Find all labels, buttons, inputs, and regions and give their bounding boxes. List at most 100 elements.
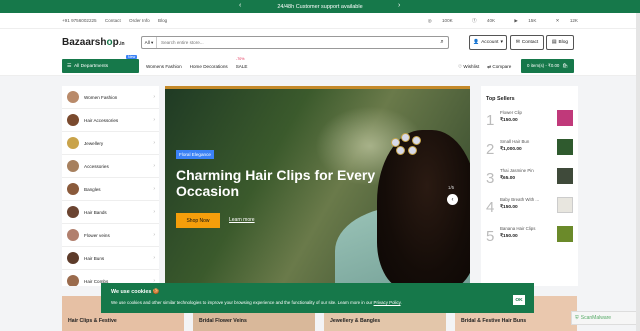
hair-flower-icon <box>412 136 421 145</box>
site-logo[interactable]: Bazaarshop.in <box>62 37 125 48</box>
youtube-link[interactable]: ▶ 15K <box>505 18 536 23</box>
category-thumbnail <box>67 229 79 241</box>
chevron-right-icon: › <box>153 117 155 123</box>
product-thumbnail[interactable] <box>557 226 573 242</box>
sidebar-item-hair-accessories[interactable]: Hair Accessories › <box>62 109 159 132</box>
seller-price: ₹150.00 <box>500 205 518 210</box>
account-button[interactable]: 👤 Account ▾ <box>469 35 507 50</box>
product-thumbnail[interactable] <box>557 139 573 155</box>
category-thumbnail <box>67 114 79 126</box>
nav-link-home-decorations[interactable]: Home Decorations <box>190 64 228 69</box>
hair-flower-icon <box>408 146 417 155</box>
heart-icon: ♡ <box>458 64 463 69</box>
sidebar-item-label: Jewellery <box>84 140 104 146</box>
category-thumbnail <box>67 183 79 195</box>
search-input[interactable] <box>157 40 436 45</box>
site-header: Bazaarshop.in All ▾ ⌕ 👤Account▾ ✉Contact… <box>0 29 640 57</box>
seller-rank: 3 <box>486 170 495 187</box>
slide-counter: 1/5 <box>448 185 455 190</box>
all-departments-button[interactable]: ☰ All Departments <box>62 59 139 73</box>
twitter-icon: ✕ <box>555 17 560 23</box>
cookie-banner: We use cookies 🍪 We use cookies and othe… <box>101 283 534 313</box>
sidebar-item-bangles[interactable]: Bangles › <box>62 178 159 201</box>
hero-title: Charming Hair Clips for Every Occasion <box>176 167 376 199</box>
top-link-contact[interactable]: Contact <box>105 18 121 23</box>
learn-more-link[interactable]: Learn more <box>229 217 255 223</box>
search-icon[interactable]: ⌕ <box>436 39 448 46</box>
top-seller-item[interactable]: 2 Small Hair Bun ₹1,000.00 <box>486 139 573 168</box>
chevron-down-icon: ▾ <box>151 39 154 45</box>
sidebar-item-women-fashion[interactable]: Women Fashion › <box>62 86 159 109</box>
top-link-blog[interactable]: Blog <box>158 18 167 23</box>
sidebar-item-jewellery[interactable]: Jewellery › <box>62 132 159 155</box>
seller-price: ₹150.00 <box>500 118 518 123</box>
top-seller-item[interactable]: 4 Baby Breath With ... ₹150.00 <box>486 197 573 226</box>
sidebar-item-label: Hair Accessories <box>84 117 119 123</box>
menu-icon: ☰ <box>67 63 72 69</box>
wishlist-link[interactable]: ♡ Wishlist <box>458 64 479 70</box>
cart-button[interactable]: 0 item(s) - ₹0.00 🛍 <box>521 59 574 73</box>
seller-name[interactable]: Flower Clip <box>500 110 522 115</box>
seller-rank: 1 <box>486 112 495 129</box>
nav-link-womens-fashion[interactable]: Womens Fashion <box>146 64 182 69</box>
seller-info: Flower Clip ₹150.00 <box>500 110 522 123</box>
announcement-prev-icon[interactable]: ‹ <box>239 2 241 9</box>
product-thumbnail[interactable] <box>557 197 573 213</box>
announcement-next-icon[interactable]: › <box>398 2 400 9</box>
phone-number[interactable]: +91 9756002225 <box>62 18 97 23</box>
seller-name[interactable]: Baby Breath With ... <box>500 197 539 202</box>
seller-info: Baby Breath With ... ₹150.00 <box>500 197 539 210</box>
top-link-order-info[interactable]: Order Info <box>129 18 150 23</box>
seller-price: ₹150.00 <box>500 234 518 239</box>
top-seller-item[interactable]: 1 Flower Clip ₹150.00 <box>486 110 573 139</box>
hero-banner: Floral Elegance Charming Hair Clips for … <box>165 86 470 286</box>
logo-tld: .in <box>118 41 125 47</box>
instagram-icon: ◎ <box>427 17 432 23</box>
announcement-text: 24/48h Customer support available <box>277 3 363 10</box>
search-category-select[interactable]: All ▾ <box>142 37 157 48</box>
shopping-bag-icon: 🛍 <box>562 63 568 68</box>
instagram-count: 100K <box>442 17 453 23</box>
top-seller-item[interactable]: 3 Thai Jasmine Pin ₹65.00 <box>486 168 573 197</box>
cookie-text: We use cookies and other similar technol… <box>111 300 373 305</box>
contact-button[interactable]: ✉ Contact <box>510 35 544 50</box>
shop-now-button[interactable]: Shop Now <box>176 213 220 228</box>
product-thumbnail[interactable] <box>557 110 573 126</box>
slider-next-button[interactable]: ‹ <box>447 194 458 205</box>
nav-link-sale[interactable]: SALE <box>236 64 248 69</box>
category-thumbnail <box>67 91 79 103</box>
contact-label: Contact <box>521 40 539 45</box>
chat-icon: ✉ <box>515 40 520 45</box>
new-badge: New <box>126 55 138 59</box>
blog-icon: ▤ <box>551 40 557 45</box>
seller-name[interactable]: Banana Hair Clips <box>500 226 535 231</box>
seller-name[interactable]: Thai Jasmine Pin <box>500 168 534 173</box>
product-thumbnail[interactable] <box>557 168 573 184</box>
facebook-count: 40K <box>486 17 496 23</box>
category-thumbnail <box>67 275 79 286</box>
sidebar-item-hair-bands[interactable]: Hair Bands › <box>62 201 159 224</box>
seller-name[interactable]: Small Hair Bun <box>500 139 529 144</box>
facebook-link[interactable]: ⓕ 40K <box>463 18 495 23</box>
sidebar-item-accessories[interactable]: Accessories › <box>62 155 159 178</box>
top-utility-bar: +91 9756002225 Contact Order Info Blog ◎… <box>0 13 640 29</box>
category-thumbnail <box>67 252 79 264</box>
hero-tag: Floral Elegance <box>176 150 214 159</box>
cookie-ok-button[interactable]: OK <box>513 295 525 305</box>
page-scrollbar[interactable] <box>636 13 640 331</box>
user-icon: 👤 <box>473 40 480 45</box>
twitter-count: 12K <box>569 17 578 23</box>
scanmalware-badge[interactable]: ⛨ ScanMalware <box>571 311 639 325</box>
category-thumbnail <box>67 160 79 172</box>
privacy-policy-link[interactable]: Privacy Policy <box>374 300 401 305</box>
instagram-link[interactable]: ◎ 100K <box>419 18 453 23</box>
top-sellers-title: Top Sellers <box>486 96 515 102</box>
sidebar-item-flower-veins[interactable]: Flower veins › <box>62 224 159 247</box>
twitter-link[interactable]: ✕ 12K <box>547 18 578 23</box>
announcement-bar: ‹ 24/48h Customer support available › <box>0 0 640 13</box>
blog-button[interactable]: ▤ Blog <box>546 35 574 50</box>
sidebar-item-hair-buns[interactable]: Hair Buns › <box>62 247 159 270</box>
sidebar-item-label: Hair Bands <box>84 209 107 215</box>
compare-link[interactable]: ⇄ Compare <box>487 64 511 70</box>
top-seller-item[interactable]: 5 Banana Hair Clips ₹150.00 <box>486 226 573 255</box>
